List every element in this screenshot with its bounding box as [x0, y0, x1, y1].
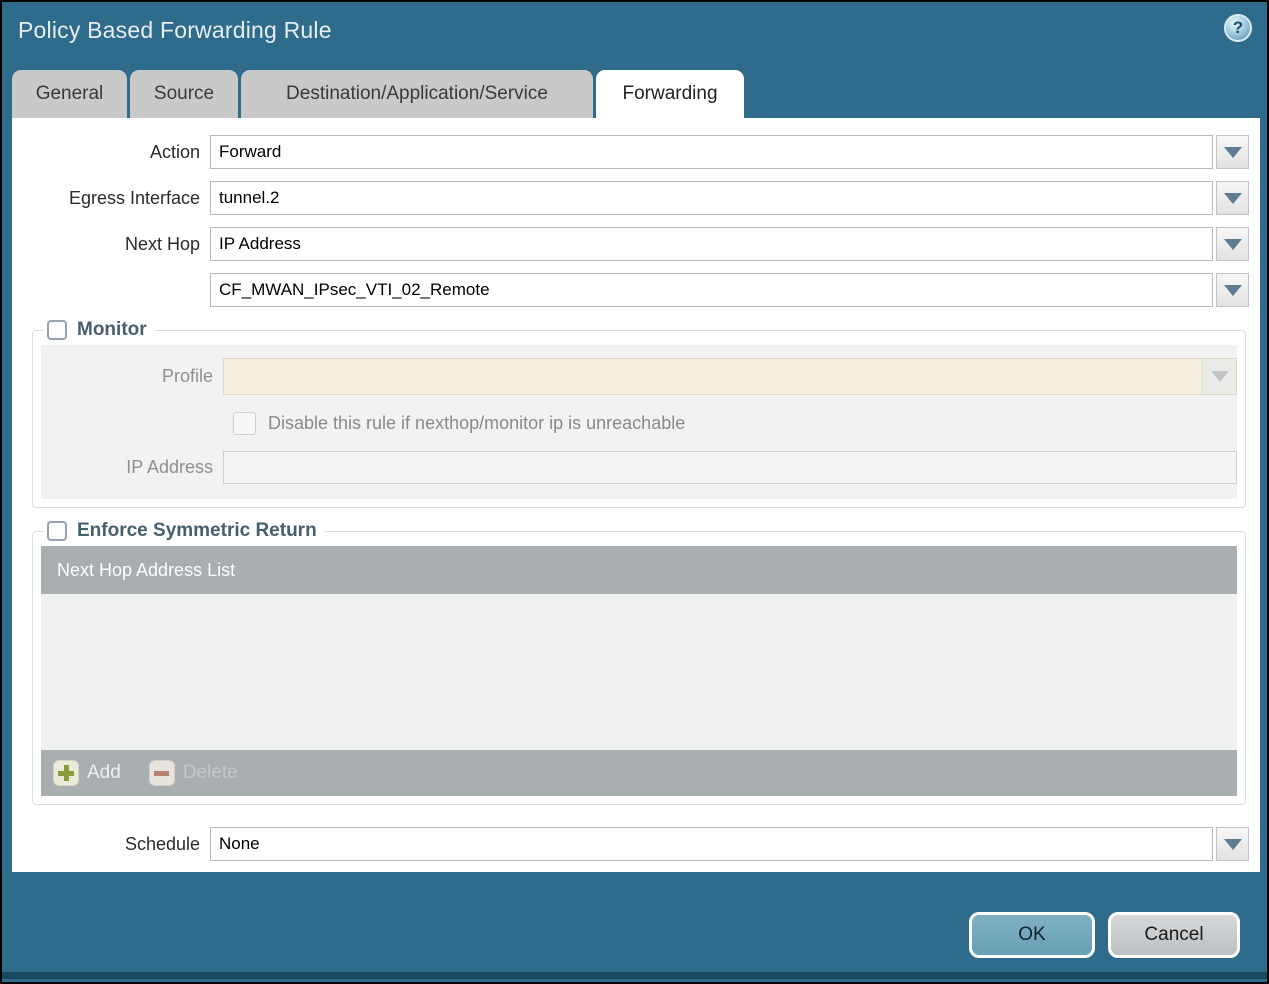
- egress-interface-combo: [210, 181, 1249, 215]
- next-hop-address-list-header: Next Hop Address List: [41, 546, 1237, 594]
- profile-input-disabled: [223, 358, 1237, 395]
- egress-interface-row: Egress Interface: [12, 181, 1249, 215]
- plus-icon: [53, 760, 79, 786]
- egress-interface-input[interactable]: [210, 181, 1213, 215]
- profile-label: Profile: [161, 366, 213, 386]
- delete-button-label: Delete: [182, 762, 238, 783]
- monitor-ip-address-input-disabled: [223, 451, 1237, 484]
- dialog-button-bar: OK Cancel: [969, 912, 1240, 958]
- tab-destination-application-service[interactable]: Destination/Application/Service: [241, 70, 593, 118]
- help-icon-glyph: ?: [1232, 18, 1244, 37]
- action-row: Action: [12, 135, 1249, 169]
- next-hop-address-dropdown-button[interactable]: [1216, 273, 1249, 307]
- schedule-dropdown-button[interactable]: [1216, 827, 1249, 861]
- disable-rule-label: Disable this rule if nexthop/monitor ip …: [268, 413, 686, 433]
- profile-dropdown-button-disabled: [1202, 359, 1236, 394]
- monitor-ip-address-row: IP Address: [41, 451, 1237, 484]
- minus-icon: [148, 760, 175, 786]
- enforce-symmetric-return-legend: Enforce Symmetric Return: [43, 520, 325, 542]
- disable-rule-checkbox-disabled: [233, 412, 256, 435]
- enforce-symmetric-return-label: Enforce Symmetric Return: [77, 520, 317, 541]
- schedule-label: Schedule: [124, 833, 200, 854]
- monitor-legend: Monitor: [43, 319, 155, 341]
- dialog-title: Policy Based Forwarding Rule: [18, 17, 332, 43]
- tab-source[interactable]: Source: [130, 70, 238, 118]
- schedule-input[interactable]: [210, 827, 1213, 861]
- window-frame: Policy Based Forwarding Rule ? General S…: [0, 0, 1269, 984]
- help-icon[interactable]: ?: [1224, 14, 1252, 42]
- cancel-button[interactable]: Cancel: [1108, 912, 1240, 958]
- next-hop-address-list-footer: Add Delete: [41, 750, 1237, 796]
- monitor-checkbox[interactable]: [47, 320, 67, 340]
- action-dropdown-button[interactable]: [1216, 135, 1249, 169]
- next-hop-address-input[interactable]: [210, 273, 1213, 307]
- add-button-label: Add: [87, 762, 121, 783]
- next-hop-combo: [210, 227, 1249, 261]
- enforce-symmetric-return-checkbox[interactable]: [47, 521, 67, 541]
- add-button[interactable]: Add: [53, 760, 121, 786]
- monitor-body: Profile Disable this rule if nexthop/mon…: [41, 345, 1237, 499]
- disable-rule-row: Disable this rule if nexthop/monitor ip …: [233, 412, 1237, 435]
- next-hop-address-row: [12, 273, 1249, 307]
- chevron-down-icon: [1210, 371, 1229, 382]
- next-hop-address-list-table: Next Hop Address List Add Delete: [41, 546, 1237, 796]
- enforce-symmetric-return-section: Enforce Symmetric Return Next Hop Addres…: [32, 520, 1246, 805]
- monitor-ip-address-label: IP Address: [126, 457, 213, 477]
- policy-based-forwarding-dialog: Policy Based Forwarding Rule ? General S…: [2, 2, 1267, 982]
- tab-general[interactable]: General: [12, 70, 127, 118]
- chevron-down-icon: [1223, 838, 1242, 850]
- chevron-down-icon: [1223, 238, 1242, 250]
- next-hop-label: Next Hop: [124, 233, 200, 254]
- schedule-combo: [210, 827, 1249, 861]
- chevron-down-icon: [1223, 192, 1242, 204]
- profile-row: Profile: [41, 358, 1237, 395]
- next-hop-address-list-body: [41, 594, 1237, 750]
- forwarding-tab-panel: Action Egress Interface Ne: [12, 118, 1260, 872]
- chevron-down-icon: [1223, 146, 1242, 158]
- action-input[interactable]: [210, 135, 1213, 169]
- window-bottom-edge: [2, 972, 1267, 979]
- action-label: Action: [149, 141, 200, 162]
- tab-forwarding[interactable]: Forwarding: [596, 70, 744, 118]
- action-combo: [210, 135, 1249, 169]
- next-hop-row: Next Hop: [12, 227, 1249, 261]
- monitor-section: Monitor Profile Disable this rule if nex…: [32, 319, 1246, 508]
- next-hop-type-input[interactable]: [210, 227, 1213, 261]
- monitor-section-label: Monitor: [77, 319, 147, 340]
- schedule-row: Schedule: [12, 827, 1249, 861]
- egress-interface-label: Egress Interface: [68, 187, 200, 208]
- next-hop-dropdown-button[interactable]: [1216, 227, 1249, 261]
- tab-bar: General Source Destination/Application/S…: [12, 70, 744, 118]
- chevron-down-icon: [1223, 284, 1242, 296]
- egress-interface-dropdown-button[interactable]: [1216, 181, 1249, 215]
- ok-button[interactable]: OK: [969, 912, 1095, 958]
- delete-button-disabled: Delete: [148, 760, 238, 786]
- next-hop-address-combo: [210, 273, 1249, 307]
